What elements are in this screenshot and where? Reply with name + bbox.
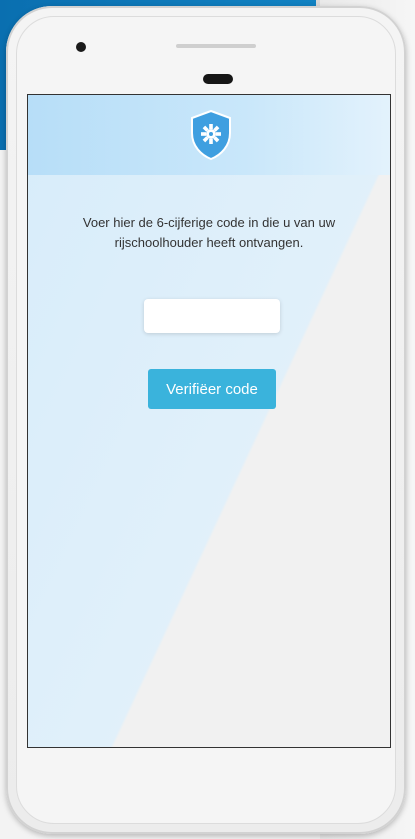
shield-gear-icon (191, 109, 231, 161)
screen-background (28, 95, 390, 747)
code-input[interactable] (144, 299, 280, 333)
app-screen: Voer hier de 6-cijferige code in die u v… (27, 94, 391, 748)
speaker-grille (176, 44, 256, 48)
camera-icon (76, 42, 86, 52)
instruction-text: Voer hier de 6-cijferige code in die u v… (82, 215, 336, 250)
verify-code-button[interactable]: Verifiëer code (148, 369, 276, 409)
earpiece (203, 74, 233, 84)
